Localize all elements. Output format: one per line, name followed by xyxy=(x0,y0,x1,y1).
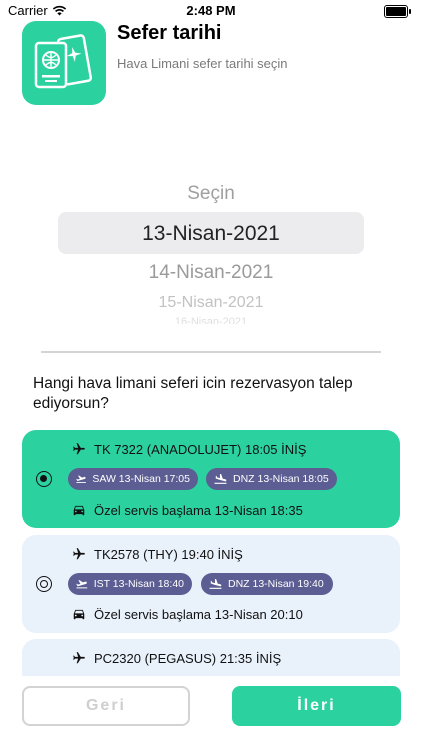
picker-option[interactable]: 14-Nisan-2021 xyxy=(0,262,422,284)
departure-text: SAW 13-Nisan 17:05 xyxy=(92,473,190,485)
departure-text: IST 13-Nisan 18:40 xyxy=(93,578,184,590)
flight-card-selected[interactable]: TK 7322 (ANADOLUJET) 18:05 İNİŞ SAW 13-N… xyxy=(22,430,400,528)
picker-placeholder[interactable]: Seçin xyxy=(0,183,422,205)
flight-card[interactable]: TK2578 (THY) 19:40 İNİŞ IST 13-Nisan 18:… xyxy=(22,535,400,633)
takeoff-icon xyxy=(76,580,88,589)
service-start-text: Özel servis başlama 13-Nisan 18:35 xyxy=(94,503,303,518)
takeoff-icon xyxy=(76,475,86,483)
arrival-pill: DNZ 13-Nisan 19:40 xyxy=(201,573,333,595)
arrival-text: DNZ 13-Nisan 19:40 xyxy=(228,578,324,590)
landing-icon xyxy=(214,474,227,484)
departure-pill: IST 13-Nisan 18:40 xyxy=(68,573,192,595)
passport-ticket-icon xyxy=(22,21,106,105)
radio-button-selected[interactable] xyxy=(36,471,52,487)
airplane-icon xyxy=(73,652,85,664)
departure-pill: SAW 13-Nisan 17:05 xyxy=(68,468,198,490)
radio-button[interactable] xyxy=(36,576,52,592)
picker-option[interactable]: 15-Nisan-2021 xyxy=(0,294,422,312)
next-button[interactable]: İleri xyxy=(232,686,401,726)
page-subtitle: Hava Limani sefer tarihi seçin xyxy=(117,56,288,71)
picker-selected-date[interactable]: 13-Nisan-2021 xyxy=(0,222,422,246)
question-text: Hangi hava limani seferi icin rezervasyo… xyxy=(33,375,353,412)
flight-title: TK 7322 (ANADOLUJET) 18:05 İNİŞ xyxy=(94,442,307,457)
picker-option[interactable]: 16-Nisan-2021 xyxy=(0,316,422,324)
clock: 2:48 PM xyxy=(186,3,236,18)
service-start-text: Özel servis başlama 13-Nisan 20:10 xyxy=(94,607,303,622)
airplane-icon xyxy=(73,443,85,455)
airplane-icon xyxy=(73,548,85,560)
car-icon xyxy=(73,609,85,620)
car-icon xyxy=(73,505,85,516)
battery-icon xyxy=(384,5,411,18)
back-button[interactable]: Geri xyxy=(22,686,190,726)
arrival-pill: DNZ 13-Nisan 18:05 xyxy=(206,468,337,490)
flight-title: TK2578 (THY) 19:40 İNİŞ xyxy=(94,547,243,562)
landing-icon xyxy=(209,579,222,589)
arrival-text: DNZ 13-Nisan 18:05 xyxy=(233,473,329,485)
flight-title: PC2320 (PEGASUS) 21:35 İNİŞ xyxy=(94,651,282,666)
divider xyxy=(41,351,381,353)
page-title: Sefer tarihi xyxy=(117,22,222,44)
